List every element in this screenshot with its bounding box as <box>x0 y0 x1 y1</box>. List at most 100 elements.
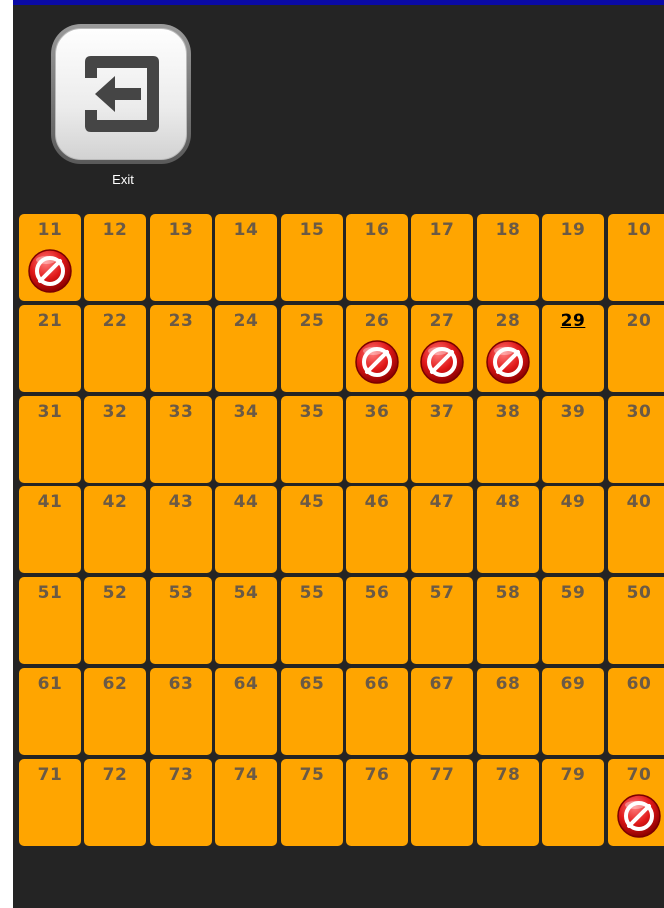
seat-number: 48 <box>495 492 521 512</box>
seat-number: 42 <box>102 492 128 512</box>
seat-number: 15 <box>299 220 325 240</box>
seat-16[interactable]: 16 <box>346 214 408 301</box>
seat-56[interactable]: 56 <box>346 577 408 664</box>
seat-69[interactable]: 69 <box>542 668 604 755</box>
seat-number: 29 <box>560 311 586 331</box>
seat-41[interactable]: 41 <box>19 486 81 573</box>
seat-65[interactable]: 65 <box>281 668 343 755</box>
seat-77[interactable]: 77 <box>411 759 473 846</box>
seat-number: 35 <box>299 402 325 422</box>
seat-25[interactable]: 25 <box>281 305 343 392</box>
seat-74[interactable]: 74 <box>215 759 277 846</box>
seat-40[interactable]: 40 <box>608 486 664 573</box>
seat-10[interactable]: 10 <box>608 214 664 301</box>
seat-23[interactable]: 23 <box>150 305 212 392</box>
seat-57[interactable]: 57 <box>411 577 473 664</box>
seat-number: 33 <box>168 402 194 422</box>
seat-53[interactable]: 53 <box>150 577 212 664</box>
seat-12[interactable]: 12 <box>84 214 146 301</box>
seat-49[interactable]: 49 <box>542 486 604 573</box>
seat-17[interactable]: 17 <box>411 214 473 301</box>
blocked-icon <box>28 249 72 293</box>
seat-number: 44 <box>233 492 259 512</box>
seat-number: 63 <box>168 674 194 694</box>
seat-11[interactable]: 11 <box>19 214 81 301</box>
seat-68[interactable]: 68 <box>477 668 539 755</box>
exit-button[interactable] <box>51 24 191 164</box>
seat-18[interactable]: 18 <box>477 214 539 301</box>
seat-54[interactable]: 54 <box>215 577 277 664</box>
seat-number: 71 <box>37 765 63 785</box>
seat-number: 41 <box>37 492 63 512</box>
seat-62[interactable]: 62 <box>84 668 146 755</box>
seat-47[interactable]: 47 <box>411 486 473 573</box>
seat-number: 55 <box>299 583 325 603</box>
seat-78[interactable]: 78 <box>477 759 539 846</box>
seat-52[interactable]: 52 <box>84 577 146 664</box>
seat-number: 62 <box>102 674 128 694</box>
seat-67[interactable]: 67 <box>411 668 473 755</box>
seat-number: 19 <box>560 220 586 240</box>
seat-79[interactable]: 79 <box>542 759 604 846</box>
seat-51[interactable]: 51 <box>19 577 81 664</box>
seat-43[interactable]: 43 <box>150 486 212 573</box>
seat-21[interactable]: 21 <box>19 305 81 392</box>
seat-31[interactable]: 31 <box>19 396 81 483</box>
seat-28[interactable]: 28 <box>477 305 539 392</box>
seat-36[interactable]: 36 <box>346 396 408 483</box>
seat-66[interactable]: 66 <box>346 668 408 755</box>
seat-70[interactable]: 70 <box>608 759 664 846</box>
seat-55[interactable]: 55 <box>281 577 343 664</box>
seat-45[interactable]: 45 <box>281 486 343 573</box>
seat-32[interactable]: 32 <box>84 396 146 483</box>
seat-38[interactable]: 38 <box>477 396 539 483</box>
seat-46[interactable]: 46 <box>346 486 408 573</box>
seat-48[interactable]: 48 <box>477 486 539 573</box>
seat-73[interactable]: 73 <box>150 759 212 846</box>
seat-19[interactable]: 19 <box>542 214 604 301</box>
top-bar <box>13 0 664 5</box>
seat-number: 78 <box>495 765 521 785</box>
seat-39[interactable]: 39 <box>542 396 604 483</box>
seat-76[interactable]: 76 <box>346 759 408 846</box>
seat-61[interactable]: 61 <box>19 668 81 755</box>
seat-35[interactable]: 35 <box>281 396 343 483</box>
seat-60[interactable]: 60 <box>608 668 664 755</box>
seat-number: 26 <box>364 311 390 331</box>
seat-75[interactable]: 75 <box>281 759 343 846</box>
seat-20[interactable]: 20 <box>608 305 664 392</box>
seat-50[interactable]: 50 <box>608 577 664 664</box>
seat-number: 17 <box>429 220 455 240</box>
seat-15[interactable]: 15 <box>281 214 343 301</box>
seat-number: 50 <box>626 583 652 603</box>
seat-number: 65 <box>299 674 325 694</box>
seat-72[interactable]: 72 <box>84 759 146 846</box>
seat-number: 77 <box>429 765 455 785</box>
seat-71[interactable]: 71 <box>19 759 81 846</box>
seat-37[interactable]: 37 <box>411 396 473 483</box>
seat-number: 74 <box>233 765 259 785</box>
seat-64[interactable]: 64 <box>215 668 277 755</box>
seat-number: 66 <box>364 674 390 694</box>
app-window: Exit 11 12 13 14 15 16 17 18 19 10 21 22 23 24 25 26 27 2… <box>13 0 664 908</box>
seat-number: 67 <box>429 674 455 694</box>
seat-58[interactable]: 58 <box>477 577 539 664</box>
seat-number: 53 <box>168 583 194 603</box>
seat-number: 39 <box>560 402 586 422</box>
seat-42[interactable]: 42 <box>84 486 146 573</box>
seat-27[interactable]: 27 <box>411 305 473 392</box>
seat-33[interactable]: 33 <box>150 396 212 483</box>
seat-34[interactable]: 34 <box>215 396 277 483</box>
seat-22[interactable]: 22 <box>84 305 146 392</box>
seat-29[interactable]: 29 <box>542 305 604 392</box>
seat-13[interactable]: 13 <box>150 214 212 301</box>
seat-26[interactable]: 26 <box>346 305 408 392</box>
seat-14[interactable]: 14 <box>215 214 277 301</box>
seat-24[interactable]: 24 <box>215 305 277 392</box>
seat-number: 58 <box>495 583 521 603</box>
seat-number: 14 <box>233 220 259 240</box>
seat-30[interactable]: 30 <box>608 396 664 483</box>
seat-63[interactable]: 63 <box>150 668 212 755</box>
seat-44[interactable]: 44 <box>215 486 277 573</box>
seat-59[interactable]: 59 <box>542 577 604 664</box>
